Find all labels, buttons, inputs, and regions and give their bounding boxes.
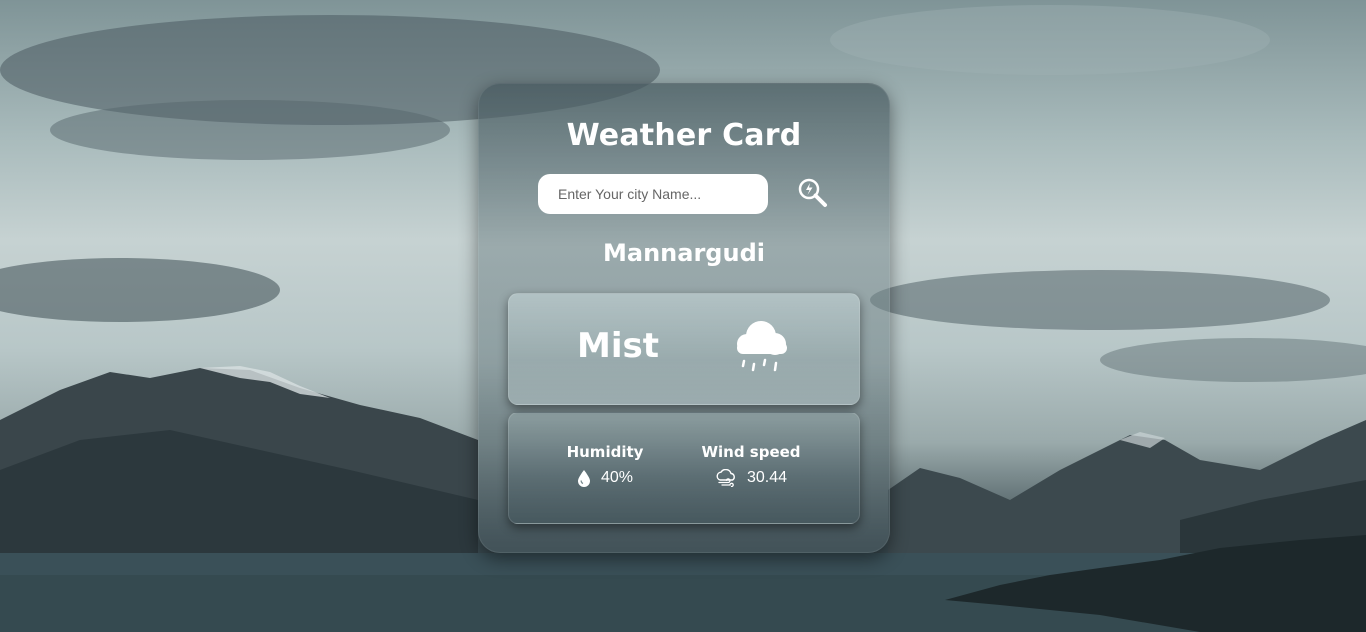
city-name: Mannargudi — [603, 239, 765, 267]
search-icon — [798, 178, 827, 207]
card-title: Weather Card — [566, 118, 802, 153]
wind-stat: Wind speed 30.44 — [689, 443, 813, 487]
humidity-label: Humidity — [566, 443, 644, 461]
wind-value: 30.44 — [746, 469, 788, 486]
city-search-input[interactable] — [538, 174, 768, 214]
wind-cloud-icon — [716, 469, 735, 487]
water-drop-icon — [577, 470, 590, 487]
weather-card: Weather Card Mannargudi Mist Humidity — [478, 83, 890, 553]
humidity-value: 40% — [600, 469, 634, 486]
condition-panel: Mist — [508, 293, 860, 405]
stats-panel: Humidity 40% Wind speed 30.44 — [508, 412, 860, 524]
search-button[interactable] — [795, 175, 831, 211]
humidity-stat: Humidity 40% — [549, 443, 661, 487]
weather-condition: Mist — [577, 326, 659, 366]
rain-cloud-icon — [737, 321, 787, 372]
wind-label: Wind speed — [701, 443, 801, 461]
